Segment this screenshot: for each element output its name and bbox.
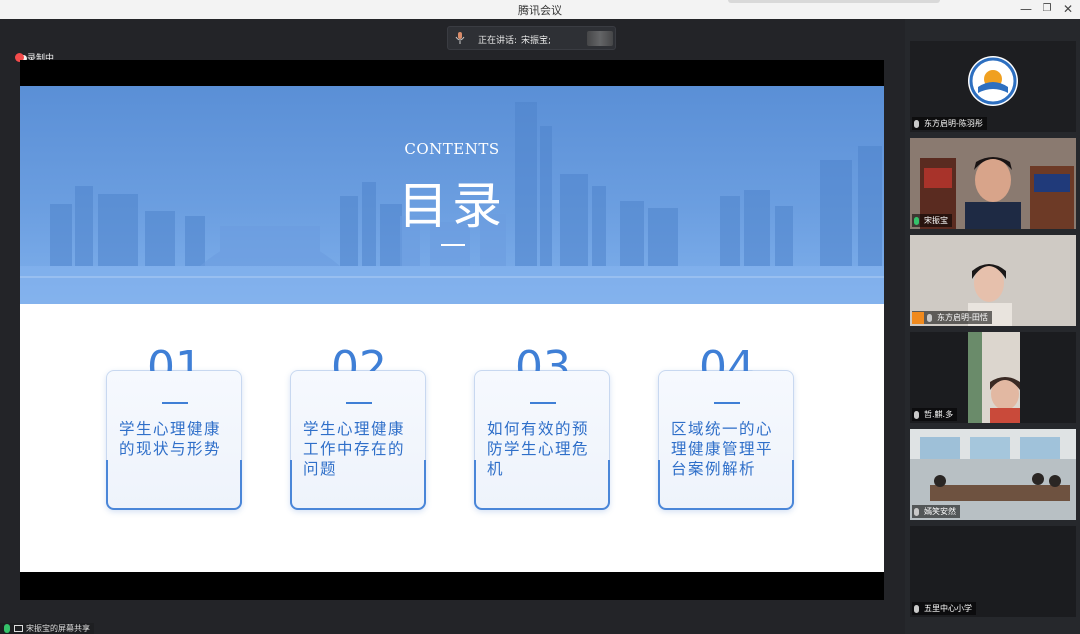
presentation-slide: CONTENTS 目录 01 学生心理健康的现状与形势 02 学生心理健康工作中… [20,86,884,572]
participant-sidebar: 东方启明-陈羽彤 宋振宝 东方启明-田恬 哲.麒.多 嫣笑安然 五里中心小学 [905,19,1080,634]
contents-heading-en: CONTENTS [404,140,500,158]
contents-card-3: 03 如何有效的预防学生心理危机 [474,342,610,510]
shared-screen: CONTENTS 目录 01 学生心理健康的现状与形势 02 学生心理健康工作中… [20,60,884,600]
speaking-indicator: 正在讲话: 宋振宝; [447,26,616,50]
speaking-name: 宋振宝; [521,36,552,46]
participant-label: 嫣笑安然 [912,505,960,518]
participant-tile[interactable]: 东方启明-田恬 [910,235,1076,326]
card-dash [714,402,740,404]
mic-off-icon [927,313,932,322]
card-number: 01 [147,342,203,371]
speaking-label: 正在讲话: [478,36,518,46]
participant-tile[interactable]: 嫣笑安然 [910,429,1076,520]
participant-name: 东方启明-田恬 [937,313,988,322]
minimize-button[interactable]: — [1018,1,1034,17]
contents-card-4: 04 区域统一的心理健康管理平台案例解析 [658,342,794,510]
contents-card-2: 02 学生心理健康工作中存在的问题 [290,342,426,510]
speaker-avatars [587,31,613,46]
participant-label: 五里中心小学 [912,602,976,615]
card-text: 如何有效的预防学生心理危机 [487,420,590,478]
card-dash [162,402,188,404]
mic-off-icon [914,507,919,516]
participant-tile[interactable]: 哲.麒.多 [910,332,1076,423]
mic-icon [455,32,465,44]
participant-name: 东方启明-陈羽彤 [924,119,983,128]
slide-banner: CONTENTS 目录 [20,86,884,304]
screen-share-icon [14,625,23,632]
mic-off-icon [914,410,919,419]
screen-share-label: 宋振宝的屏幕共享 [26,624,90,633]
contents-heading-cn: 目录 [398,177,506,235]
card-text: 学生心理健康工作中存在的问题 [303,420,406,478]
participant-tile[interactable]: 五里中心小学 [910,526,1076,617]
window-title: 腾讯会议 [518,4,562,17]
participant-tile-active[interactable]: 宋振宝 [910,138,1076,229]
user-icon [912,311,924,324]
participant-name: 宋振宝 [924,216,948,225]
card-dash [346,402,372,404]
participant-name: 嫣笑安然 [924,507,956,516]
card-dash [530,402,556,404]
mic-on-icon [914,216,919,225]
screen-share-tag[interactable]: 宋振宝的屏幕共享 [0,623,94,634]
title-bar: 腾讯会议 — ❐ ✕ [0,0,1080,19]
card-number: 04 [699,342,755,371]
main-stage: 录制中 正在讲话: 宋振宝; CONTENTS 目录 01 学生心理健康的现状与… [0,19,905,634]
card-number: 03 [515,342,571,371]
close-button[interactable]: ✕ [1060,1,1076,17]
title-underline [441,244,465,246]
mic-off-icon [914,604,919,613]
card-text: 区域统一的心理健康管理平台案例解析 [671,420,774,478]
participant-tile[interactable]: 东方启明-陈羽彤 [910,41,1076,132]
participant-name: 五里中心小学 [924,604,972,613]
participant-label: 东方启明-田恬 [912,311,992,324]
participant-name: 哲.麒.多 [924,410,954,419]
participant-label: 宋振宝 [912,214,952,227]
participant-label: 东方启明-陈羽彤 [912,117,987,130]
card-text: 学生心理健康的现状与形势 [119,420,222,458]
restore-button[interactable]: ❐ [1039,1,1055,17]
contents-card-1: 01 学生心理健康的现状与形势 [106,342,242,510]
participant-label: 哲.麒.多 [912,408,958,421]
mic-on-icon [4,624,10,633]
card-number: 02 [331,342,387,371]
mic-off-icon [914,119,919,128]
